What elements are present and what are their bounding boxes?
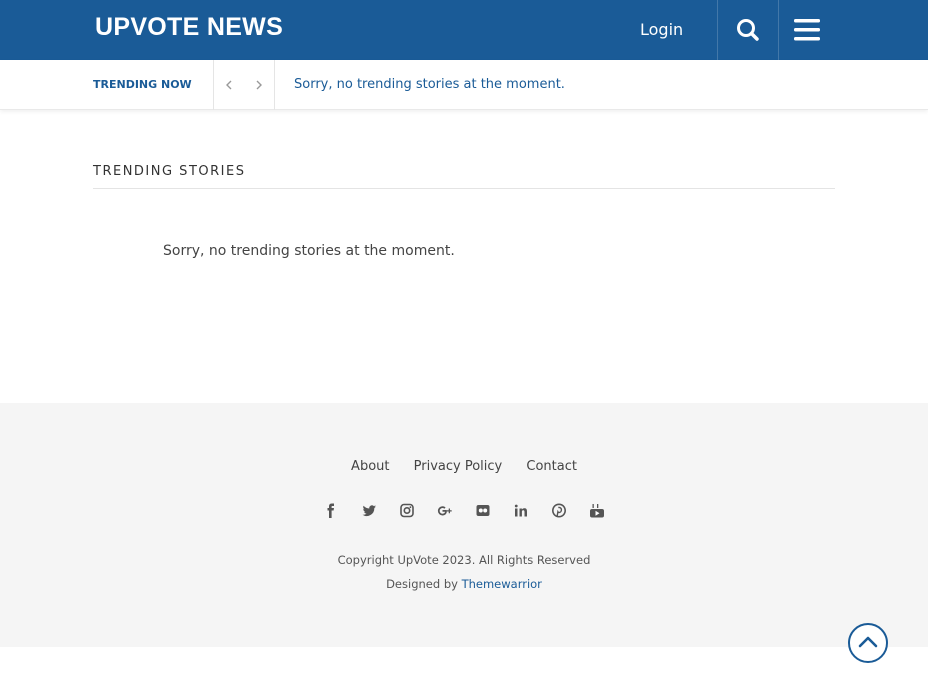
hamburger-icon	[794, 19, 820, 41]
linkedin-icon[interactable]	[512, 503, 530, 519]
trending-label: TRENDING NOW	[93, 78, 192, 91]
designed-by-credit: Designed by Themewarrior	[0, 577, 928, 591]
trending-next-button[interactable]	[251, 76, 267, 94]
footer: About Privacy Policy Contact Copyright U…	[0, 403, 928, 647]
facebook-icon[interactable]	[322, 503, 340, 519]
google-plus-icon[interactable]	[436, 503, 454, 519]
search-button[interactable]	[718, 0, 778, 60]
trending-divider	[213, 60, 214, 110]
footer-link-contact[interactable]: Contact	[526, 459, 577, 474]
empty-state-message: Sorry, no trending stories at the moment…	[163, 243, 455, 259]
section-title: TRENDING STORIES	[93, 164, 246, 179]
footer-nav: About Privacy Policy Contact	[0, 459, 928, 474]
pinterest-icon[interactable]	[550, 503, 568, 519]
login-link[interactable]: Login	[640, 20, 683, 39]
menu-button[interactable]	[779, 0, 835, 60]
designed-by-prefix: Designed by	[386, 577, 458, 591]
trending-message: Sorry, no trending stories at the moment…	[294, 77, 565, 92]
trending-divider	[274, 60, 275, 110]
trending-bar: TRENDING NOW Sorry, no trending stories …	[0, 60, 928, 110]
social-links	[0, 503, 928, 519]
twitter-icon[interactable]	[360, 503, 378, 519]
search-icon	[737, 19, 759, 41]
chevron-right-icon	[256, 80, 262, 90]
back-to-top-button[interactable]	[848, 623, 888, 663]
chevron-up-icon	[858, 636, 878, 648]
instagram-icon[interactable]	[398, 503, 416, 519]
section-divider	[93, 188, 835, 189]
chevron-left-icon	[226, 80, 232, 90]
footer-link-about[interactable]: About	[351, 459, 389, 474]
site-logo[interactable]: UPVOTE NEWS	[95, 13, 283, 42]
flickr-icon[interactable]	[474, 503, 492, 519]
footer-link-privacy-policy[interactable]: Privacy Policy	[414, 459, 503, 474]
youtube-icon[interactable]	[588, 503, 606, 519]
themewarrior-link[interactable]: Themewarrior	[462, 577, 542, 591]
trending-prev-button[interactable]	[221, 76, 237, 94]
top-header: UPVOTE NEWS Login	[0, 0, 928, 60]
copyright-text: Copyright UpVote 2023. All Rights Reserv…	[337, 553, 591, 567]
